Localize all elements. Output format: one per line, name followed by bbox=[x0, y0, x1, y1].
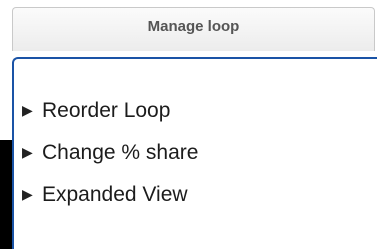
right-triangle-icon: ▶ bbox=[22, 102, 33, 118]
menu-item-label: Expanded View bbox=[42, 182, 188, 206]
background-dark-strip bbox=[0, 140, 12, 249]
manage-loop-title: Manage loop bbox=[147, 18, 240, 35]
menu-item-change-share[interactable]: ▶ Change % share bbox=[22, 131, 198, 173]
manage-loop-menu-list: ▶ Reorder Loop ▶ Change % share ▶ Expand… bbox=[22, 89, 198, 215]
menu-item-label: Reorder Loop bbox=[42, 98, 171, 122]
menu-item-label: Change % share bbox=[42, 140, 199, 164]
right-triangle-icon: ▶ bbox=[22, 144, 33, 160]
right-triangle-icon: ▶ bbox=[22, 186, 33, 202]
background-partial-glyph bbox=[0, 124, 12, 140]
manage-loop-header[interactable]: Manage loop bbox=[12, 7, 375, 51]
menu-item-expanded-view[interactable]: ▶ Expanded View bbox=[22, 173, 198, 215]
manage-loop-menu-panel: ▶ Reorder Loop ▶ Change % share ▶ Expand… bbox=[12, 57, 377, 249]
menu-item-reorder-loop[interactable]: ▶ Reorder Loop bbox=[22, 89, 198, 131]
